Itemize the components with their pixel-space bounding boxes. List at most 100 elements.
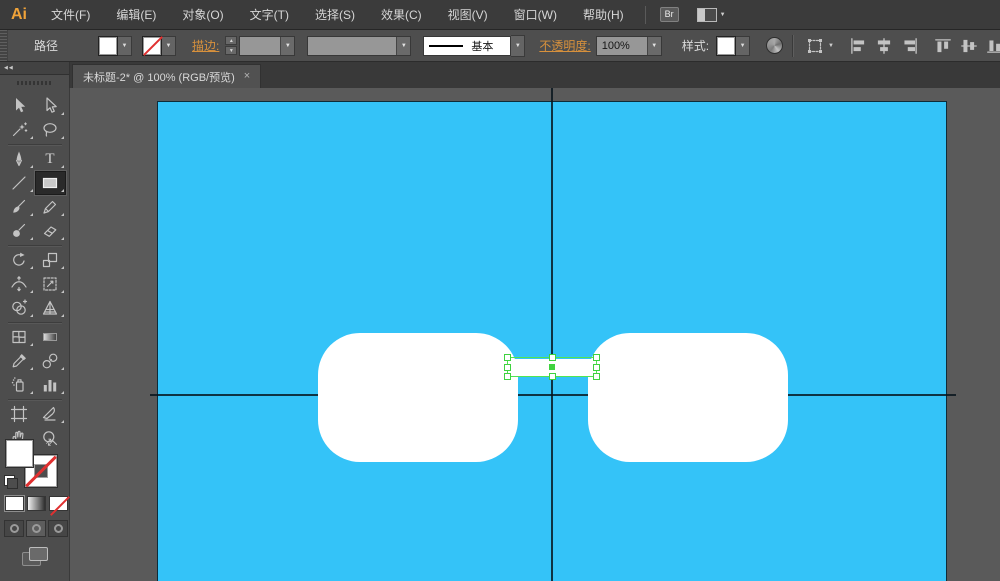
align-horizontal-center-icon[interactable] — [874, 36, 894, 56]
color-button[interactable] — [5, 496, 24, 511]
tools-separator — [8, 322, 62, 323]
tool-slice[interactable] — [35, 402, 66, 426]
menu-window[interactable]: 窗口(W) — [501, 0, 570, 30]
menu-effect[interactable]: 效果(C) — [368, 0, 435, 30]
opacity-arrow-icon[interactable]: ▼ — [647, 37, 661, 55]
align-vertical-top-icon[interactable] — [933, 36, 953, 56]
width-profile-arrow-icon[interactable]: ▼ — [396, 37, 410, 55]
tool-free-transform[interactable] — [35, 272, 66, 296]
tool-paintbrush[interactable] — [4, 195, 35, 219]
tool-symbol-sprayer[interactable] — [4, 373, 35, 397]
stroke-panel-link[interactable]: 描边: — [192, 37, 219, 54]
menu-edit[interactable]: 编辑(E) — [103, 0, 169, 30]
white-rounded-rect-left[interactable] — [318, 333, 518, 462]
default-fill-stroke-icon[interactable] — [4, 475, 18, 489]
style-swatch[interactable] — [716, 36, 736, 56]
tool-shape-builder[interactable] — [4, 296, 35, 320]
step-down-icon[interactable]: ▼ — [225, 46, 237, 55]
fill-dropdown-arrow-icon[interactable]: ▼ — [118, 36, 132, 56]
stroke-weight-arrow-icon[interactable]: ▼ — [280, 37, 294, 55]
tool-blob-brush[interactable] — [4, 219, 35, 243]
menu-view[interactable]: 视图(V) — [435, 0, 501, 30]
color-mode-buttons — [5, 496, 68, 511]
tool-direct-selection[interactable] — [35, 94, 66, 118]
tool-scale[interactable] — [35, 248, 66, 272]
align-horizontal-left-icon[interactable] — [848, 36, 868, 56]
handle-s[interactable] — [549, 373, 556, 380]
tool-column-graph[interactable] — [35, 373, 66, 397]
white-rounded-rect-right[interactable] — [588, 333, 788, 462]
tool-pen[interactable] — [4, 147, 35, 171]
menu-bar: Ai 文件(F) 编辑(E) 对象(O) 文字(T) 选择(S) 效果(C) 视… — [0, 0, 1000, 30]
menu-select[interactable]: 选择(S) — [302, 0, 368, 30]
control-bar-grip[interactable] — [0, 30, 8, 61]
align-to-arrow-icon[interactable]: ▼ — [828, 43, 834, 49]
canvas[interactable] — [70, 88, 1000, 581]
handle-sw[interactable] — [504, 373, 511, 380]
draw-normal-icon[interactable] — [4, 520, 24, 537]
tool-lasso[interactable] — [35, 118, 66, 142]
stroke-weight-dropdown[interactable]: ▼ — [239, 36, 295, 56]
menu-object[interactable]: 对象(O) — [169, 0, 236, 30]
draw-inside-icon[interactable] — [48, 520, 68, 537]
tool-pencil[interactable] — [35, 195, 66, 219]
tab-close-icon[interactable]: × — [244, 71, 250, 82]
style-dropdown-arrow-icon[interactable]: ▼ — [736, 36, 750, 56]
tool-gradient[interactable] — [35, 325, 66, 349]
selection-center-point[interactable] — [549, 364, 555, 370]
tool-rectangle[interactable] — [35, 171, 66, 195]
handle-nw[interactable] — [504, 354, 511, 361]
workspace-switcher-icon[interactable] — [697, 8, 717, 22]
tool-perspective-grid[interactable] — [35, 296, 66, 320]
tool-type[interactable]: T — [35, 147, 66, 171]
style-label: 样式: — [682, 37, 709, 54]
handle-ne[interactable] — [593, 354, 600, 361]
pen-icon — [9, 149, 29, 169]
fill-indicator[interactable] — [6, 440, 33, 467]
tool-magic-wand[interactable] — [4, 118, 35, 142]
fill-color-swatch[interactable] — [98, 36, 118, 56]
tool-artboard[interactable] — [4, 402, 35, 426]
dock-collapse-icon[interactable]: ◀◀ — [0, 62, 69, 75]
tool-width[interactable] — [4, 272, 35, 296]
document-tab[interactable]: 未标题-2* @ 100% (RGB/预览) × — [72, 64, 261, 88]
tool-blend[interactable] — [35, 349, 66, 373]
tool-selection[interactable] — [4, 94, 35, 118]
stroke-color-swatch[interactable] — [142, 36, 162, 56]
symbol-sprayer-icon — [9, 375, 29, 395]
align-vertical-bottom-icon[interactable] — [985, 36, 1000, 56]
scale-icon — [40, 250, 60, 270]
tools-panel-grip[interactable] — [17, 81, 53, 85]
tool-eyedropper[interactable] — [4, 349, 35, 373]
stroke-dropdown-arrow-icon[interactable]: ▼ — [162, 36, 176, 56]
handle-n[interactable] — [549, 354, 556, 361]
menu-type[interactable]: 文字(T) — [237, 0, 302, 30]
tool-line-segment[interactable] — [4, 171, 35, 195]
menu-file[interactable]: 文件(F) — [38, 0, 103, 30]
handle-w[interactable] — [504, 364, 511, 371]
opacity-dropdown[interactable]: 100% ▼ — [596, 36, 662, 56]
gradient-button[interactable] — [27, 496, 46, 511]
step-up-icon[interactable]: ▲ — [225, 36, 237, 45]
main-area: T — [0, 88, 1000, 581]
tool-eraser[interactable] — [35, 219, 66, 243]
align-horizontal-right-icon[interactable] — [900, 36, 920, 56]
none-button[interactable] — [49, 496, 68, 511]
tool-mesh[interactable] — [4, 325, 35, 349]
handle-se[interactable] — [593, 373, 600, 380]
tools-separator — [8, 399, 62, 400]
align-to-selection-icon[interactable] — [805, 36, 825, 56]
align-vertical-center-icon[interactable] — [959, 36, 979, 56]
brush-dropdown-arrow-icon[interactable]: ▼ — [511, 35, 525, 57]
menu-help[interactable]: 帮助(H) — [570, 0, 637, 30]
handle-e[interactable] — [593, 364, 600, 371]
screen-mode-icon[interactable] — [22, 547, 48, 567]
opacity-panel-link[interactable]: 不透明度: — [539, 37, 590, 54]
bridge-button[interactable]: Br — [660, 7, 679, 22]
recolor-artwork-icon[interactable] — [766, 37, 783, 54]
tool-rotate[interactable] — [4, 248, 35, 272]
width-profile-dropdown[interactable]: ▼ — [307, 36, 411, 56]
workspace-dropdown-arrow-icon[interactable]: ▼ — [720, 12, 726, 18]
draw-behind-icon[interactable] — [26, 520, 46, 537]
brush-definition-dropdown[interactable]: 基本 — [423, 36, 511, 56]
